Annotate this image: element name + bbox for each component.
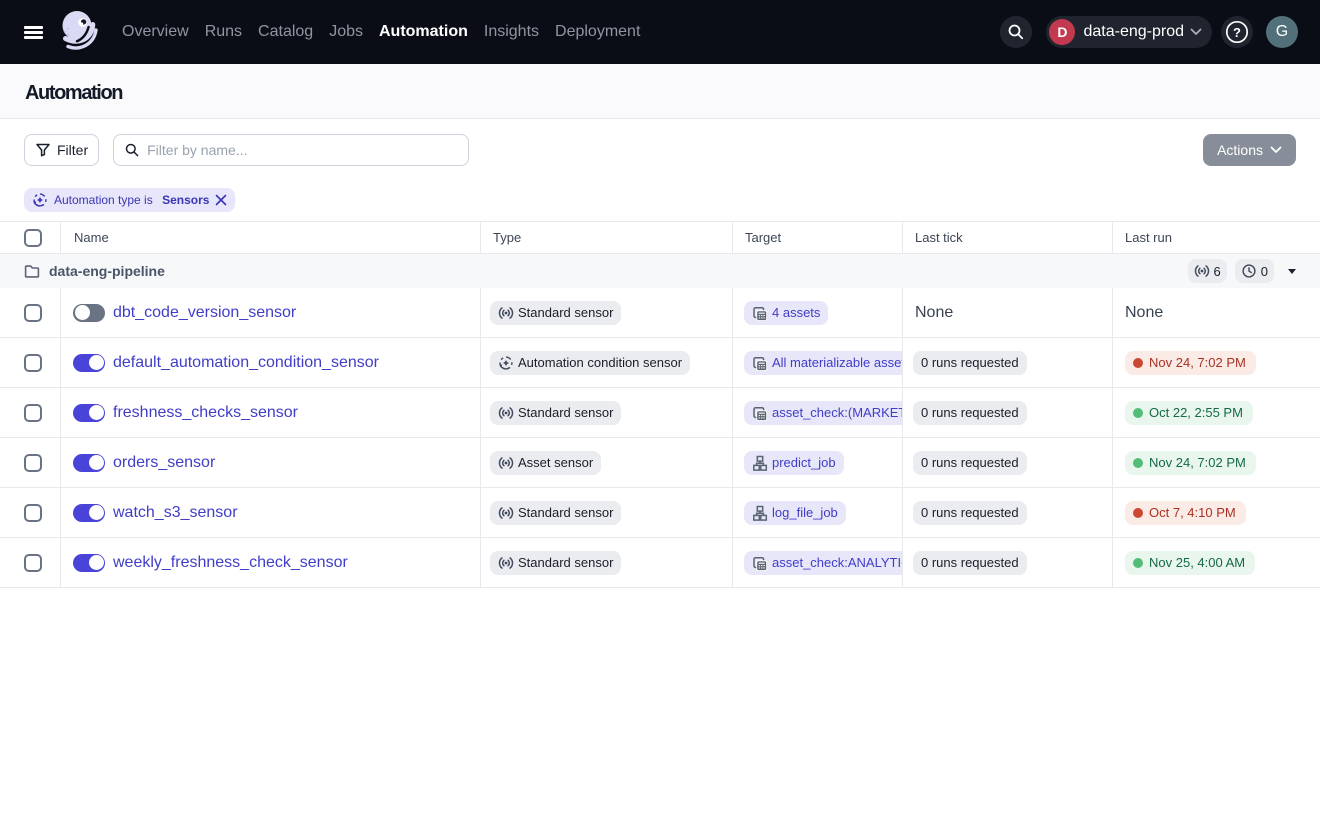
svg-text:?: ? — [1233, 25, 1241, 40]
